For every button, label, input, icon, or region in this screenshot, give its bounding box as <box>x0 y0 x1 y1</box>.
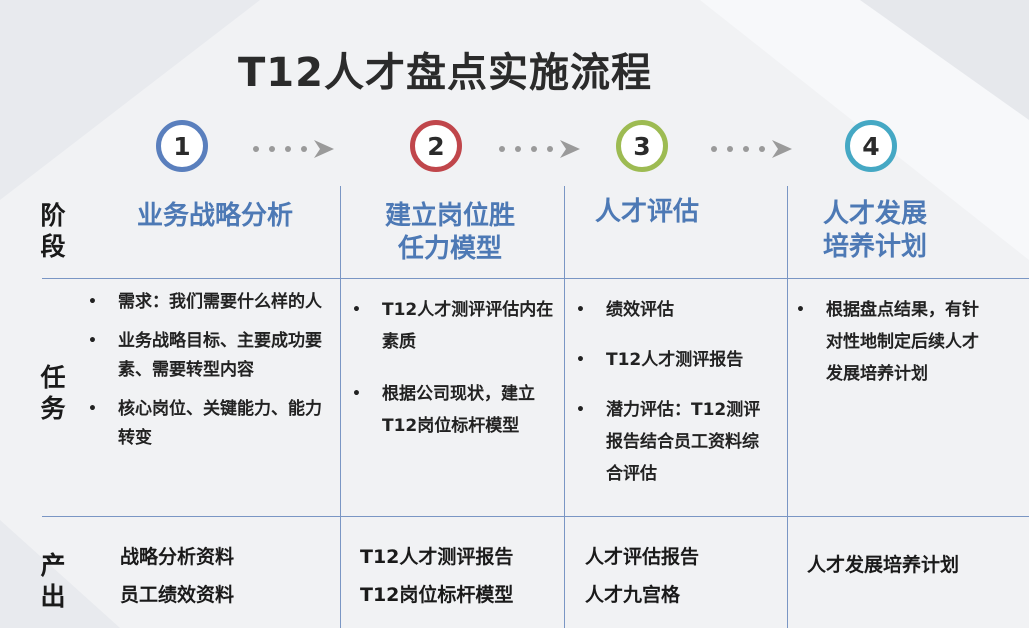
task-item: • 业务战略目标、主要成功要素、需要转型内容 <box>86 327 326 385</box>
output-item: 人才九宫格 <box>585 584 681 606</box>
output-item: 员工绩效资料 <box>120 584 235 606</box>
dotted-arrow-icon <box>499 140 580 158</box>
task-item: • 根据公司现状，建立T12岗位标杆模型 <box>350 378 555 442</box>
task-list-3: • 绩效评估 • T12人才测评报告 • 潜力评估：T12测评报告结合员工资料综合评估 <box>574 294 774 490</box>
output-item: 战略分析资料 <box>120 546 235 568</box>
task-text: 业务战略目标、主要成功要素、需要转型内容 <box>118 331 322 380</box>
bullet-icon: • <box>796 302 805 318</box>
task-item: • 根据盘点结果，有针对性地制定后续人才发展培养计划 <box>794 294 984 390</box>
bullet-icon: • <box>88 294 97 310</box>
task-item: • T12人才测评评估内在素质 <box>350 294 555 358</box>
task-item: • 核心岗位、关键能力、能力转变 <box>86 395 326 453</box>
stage-title-line: 建立岗位胜 <box>384 201 515 231</box>
bullet-icon: • <box>88 401 97 417</box>
row-label-stage: 阶段 <box>40 201 66 261</box>
stage-title-line: 人才发展 <box>822 199 927 229</box>
output-item: T12岗位标杆模型 <box>360 584 514 606</box>
step-3-circle: 3 <box>616 120 668 172</box>
step-4-circle: 4 <box>845 120 897 172</box>
stage-title-2: 建立岗位胜 任力模型 <box>350 200 550 266</box>
bullet-icon: • <box>576 302 585 318</box>
stage-title-3: 人才评估 <box>572 196 722 229</box>
output-item: 人才发展培养计划 <box>807 554 960 576</box>
stage-title-line: 业务战略分析 <box>136 201 293 231</box>
task-text: T12人才测评报告 <box>606 350 744 370</box>
task-item: • 绩效评估 <box>574 294 774 326</box>
step-1-circle: 1 <box>156 120 208 172</box>
column-divider <box>340 186 341 628</box>
stage-title-line: 人才评估 <box>594 197 699 227</box>
task-item: • 需求：我们需要什么样的人 <box>86 288 326 317</box>
row-label-output: 产出 <box>40 551 66 611</box>
page-title: T12人才盘点实施流程 <box>238 50 652 96</box>
column-divider <box>564 186 565 628</box>
task-text: 根据盘点结果，有针对性地制定后续人才发展培养计划 <box>826 300 979 384</box>
task-text: 潜力评估：T12测评报告结合员工资料综合评估 <box>606 400 761 484</box>
stage-title-4: 人才发展 培养计划 <box>800 198 950 264</box>
task-list-4: • 根据盘点结果，有针对性地制定后续人才发展培养计划 <box>794 294 984 390</box>
output-item: T12人才测评报告 <box>360 546 514 568</box>
bullet-icon: • <box>88 333 97 349</box>
task-text: 核心岗位、关键能力、能力转变 <box>118 399 322 448</box>
stage-title-line: 培养计划 <box>822 232 927 262</box>
task-list-1: • 需求：我们需要什么样的人 • 业务战略目标、主要成功要素、需要转型内容 • 核心岗… <box>86 288 326 453</box>
bullet-icon: • <box>352 386 361 402</box>
bullet-icon: • <box>576 402 585 418</box>
row-label-task: 任务 <box>40 363 66 423</box>
task-list-2: • T12人才测评评估内在素质 • 根据公司现状，建立T12岗位标杆模型 <box>350 294 555 442</box>
task-text: 需求：我们需要什么样的人 <box>118 292 322 312</box>
bullet-icon: • <box>576 352 585 368</box>
task-text: T12人才测评评估内在素质 <box>382 300 554 352</box>
stage-title-1: 业务战略分析 <box>100 200 330 233</box>
bullet-icon: • <box>352 302 361 318</box>
step-2-circle: 2 <box>410 120 462 172</box>
column-divider <box>787 186 788 628</box>
task-text: 根据公司现状，建立T12岗位标杆模型 <box>382 384 535 436</box>
row-divider <box>42 516 1029 517</box>
task-text: 绩效评估 <box>606 300 674 320</box>
dotted-arrow-icon <box>253 140 334 158</box>
task-item: • 潜力评估：T12测评报告结合员工资料综合评估 <box>574 394 774 490</box>
task-item: • T12人才测评报告 <box>574 344 774 376</box>
row-divider <box>42 278 1029 279</box>
dotted-arrow-icon <box>711 140 792 158</box>
stage-title-line: 任力模型 <box>397 234 502 264</box>
output-item: 人才评估报告 <box>585 546 700 568</box>
